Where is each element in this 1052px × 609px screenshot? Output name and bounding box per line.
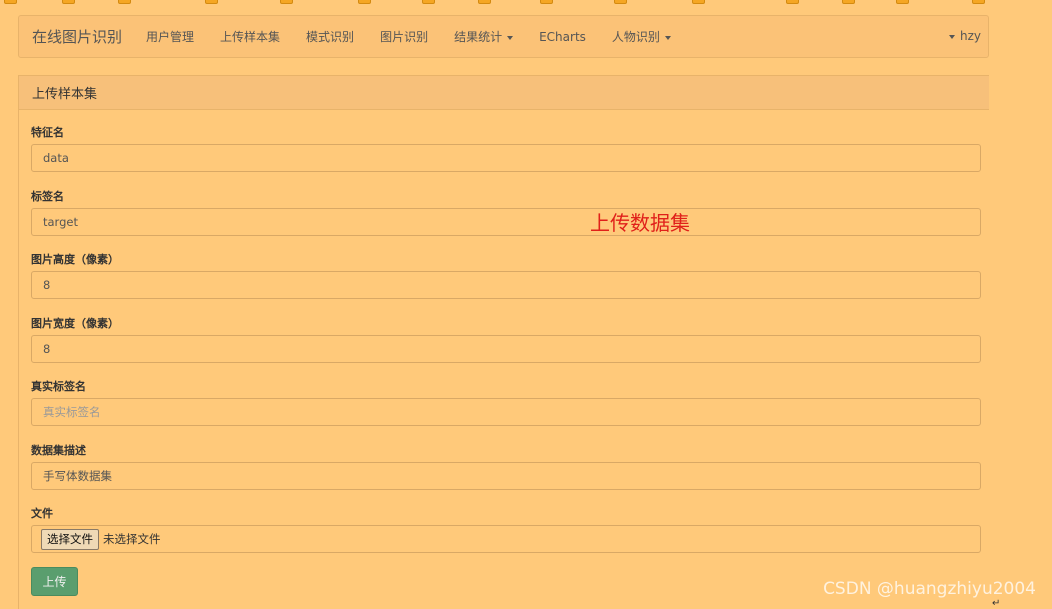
dataset-desc-input[interactable]: 手写体数据集: [31, 462, 981, 490]
image-width-label: 图片宽度（像素）: [31, 317, 119, 330]
bookmark-folder[interactable]: [358, 0, 371, 4]
folder-icon: [786, 0, 799, 4]
nav-image-recognition[interactable]: 图片识别: [380, 28, 428, 45]
user-name: hzy: [959, 29, 981, 43]
nav-user-management[interactable]: 用户管理: [146, 28, 194, 45]
bookmark-folder[interactable]: [614, 0, 627, 4]
folder-icon: [692, 0, 705, 4]
feature-name-label: 特征名: [31, 126, 64, 139]
bookmark-folder[interactable]: [540, 0, 553, 4]
image-width-input[interactable]: 8: [31, 335, 981, 363]
true-label-label: 真实标签名: [31, 380, 86, 393]
bookmarks-bar: [0, 0, 1052, 6]
dataset-desc-label: 数据集描述: [31, 444, 86, 457]
return-mark-icon: ↵: [992, 598, 1001, 609]
caret-down-icon: [948, 34, 955, 39]
nav-result-statistics-label: 结果统计: [454, 30, 503, 44]
nav-pattern-recognition[interactable]: 模式识别: [306, 28, 354, 45]
folder-icon: [4, 0, 17, 4]
caret-down-icon: [507, 35, 514, 40]
bookmark-folder[interactable]: [4, 0, 17, 4]
nav-result-statistics[interactable]: 结果统计: [454, 28, 514, 45]
file-status-text: 未选择文件: [103, 532, 161, 546]
folder-icon: [842, 0, 855, 4]
brand-title[interactable]: 在线图片识别: [32, 26, 122, 47]
folder-icon: [422, 0, 435, 4]
folder-icon: [62, 0, 75, 4]
nav-upload-sample-set[interactable]: 上传样本集: [220, 28, 280, 45]
bookmark-folder[interactable]: [280, 0, 293, 4]
bookmark-folder[interactable]: [478, 0, 491, 4]
label-name-label: 标签名: [31, 190, 64, 203]
panel-title: 上传样本集: [19, 76, 989, 110]
folder-icon: [478, 0, 491, 4]
true-label-input[interactable]: 真实标签名: [31, 398, 981, 426]
nav-echarts[interactable]: ECharts: [539, 30, 586, 44]
image-height-label: 图片高度（像素）: [31, 253, 119, 266]
folder-icon: [540, 0, 553, 4]
choose-file-button[interactable]: 选择文件: [41, 528, 99, 550]
watermark: CSDN @huangzhiyu2004: [823, 579, 1036, 599]
bookmark-folder[interactable]: [62, 0, 75, 4]
folder-icon: [896, 0, 909, 4]
folder-icon: [972, 0, 985, 4]
bookmark-folder[interactable]: [422, 0, 435, 4]
folder-icon: [205, 0, 218, 4]
top-navbar: 在线图片识别 用户管理 上传样本集 模式识别 图片识别 结果统计 ECharts…: [18, 15, 989, 58]
user-menu[interactable]: hzy: [948, 29, 981, 43]
folder-icon: [358, 0, 371, 4]
caret-down-icon: [664, 35, 671, 40]
file-input[interactable]: 选择文件 未选择文件: [31, 525, 981, 553]
folder-icon: [280, 0, 293, 4]
annotation-text: 上传数据集: [590, 211, 690, 235]
image-height-input[interactable]: 8: [31, 271, 981, 299]
bookmark-folder[interactable]: [692, 0, 705, 4]
nav-person-recognition-label: 人物识别: [611, 30, 660, 44]
feature-name-input[interactable]: data: [31, 144, 981, 172]
bookmark-folder[interactable]: [118, 0, 131, 4]
folder-icon: [614, 0, 627, 4]
bookmark-folder[interactable]: [205, 0, 218, 4]
folder-icon: [118, 0, 131, 4]
file-label: 文件: [31, 507, 53, 520]
nav-person-recognition[interactable]: 人物识别: [612, 28, 671, 45]
bookmark-folder[interactable]: [896, 0, 909, 4]
bookmark-folder[interactable]: [972, 0, 985, 4]
upload-submit-button[interactable]: 上传: [31, 567, 78, 596]
label-name-input[interactable]: target: [31, 208, 981, 236]
bookmark-folder[interactable]: [842, 0, 855, 4]
bookmark-folder[interactable]: [786, 0, 799, 4]
